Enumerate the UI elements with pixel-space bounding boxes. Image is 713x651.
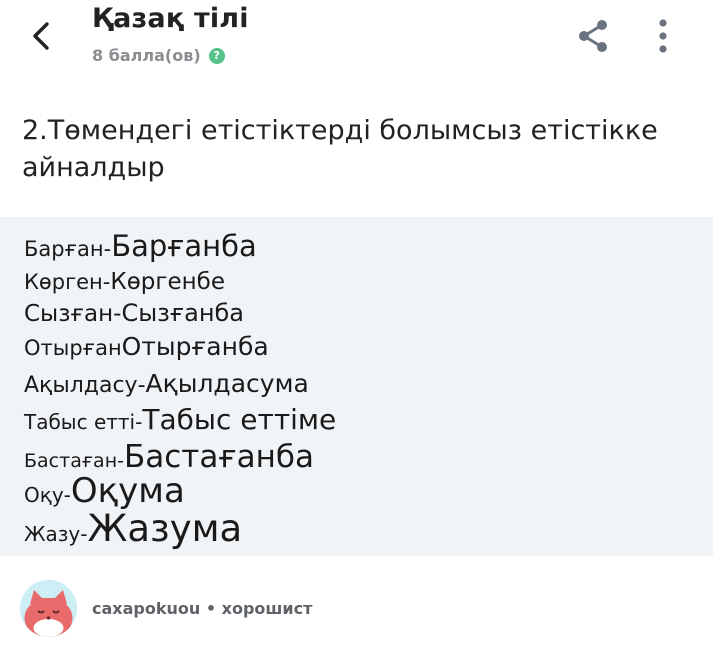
- answer-line: Оқу-Оқума: [24, 471, 185, 511]
- verb-original: Ақылдасу-: [24, 373, 146, 398]
- verb-negative: Жазума: [87, 507, 243, 550]
- author-separator: •: [205, 599, 217, 618]
- verb-negative: Сызғанба: [121, 299, 245, 327]
- back-arrow-icon: [33, 22, 49, 50]
- answer-line: Сызған-Сызғанба: [24, 299, 244, 327]
- top-bar: Қазақ тілі 8 балла(ов) ?: [0, 0, 713, 80]
- share-icon: [579, 20, 607, 52]
- author-name[interactable]: caxapokuou: [92, 599, 200, 618]
- back-button[interactable]: [22, 16, 62, 56]
- verb-original: Сызған-: [24, 301, 122, 327]
- subject-title: Қазақ тілі: [92, 3, 249, 34]
- answer-line: Жазу-Жазума: [24, 507, 242, 550]
- more-options-button[interactable]: [648, 14, 678, 58]
- verb-original: Табыс етті-: [24, 410, 143, 434]
- answer-line: ОтырғанОтырғанба: [24, 332, 269, 361]
- answer-line: Табыс етті-Табыс еттіме: [24, 403, 336, 436]
- author-rank: хорошист: [221, 599, 313, 618]
- answer-line: Ақылдасу-Ақылдасума: [24, 369, 309, 398]
- answer-author: caxapokuou • хорошист: [20, 580, 700, 638]
- verb-original: Барған-: [24, 237, 112, 261]
- question-text: 2.Төмендегі етістіктерді болымсыз етісті…: [22, 115, 658, 183]
- verb-negative: Табыс еттіме: [142, 403, 337, 436]
- more-vertical-icon: [659, 19, 667, 53]
- verb-original: Жазу-: [24, 522, 88, 546]
- avatar-cat-icon: [20, 580, 77, 637]
- points-value: 8 балла(ов): [92, 46, 201, 65]
- verb-negative: Бастағанба: [123, 439, 315, 475]
- verb-negative: Оқума: [70, 471, 185, 511]
- author-info: caxapokuou • хорошист: [92, 599, 312, 618]
- verb-original: Бастаған-: [24, 450, 124, 472]
- answer-image[interactable]: Барған-Барғанба Көрген-Көргенбе Сызған-С…: [0, 217, 713, 556]
- verb-original: Көрген-: [24, 270, 111, 294]
- points-label: 8 балла(ов) ?: [92, 46, 225, 65]
- verb-original: Оқу-: [24, 483, 71, 507]
- answer-line: Көрген-Көргенбе: [24, 269, 225, 295]
- avatar[interactable]: [20, 580, 77, 637]
- verb-original: Отырған: [24, 336, 122, 360]
- answer-line: Барған-Барғанба: [24, 229, 257, 263]
- verb-negative: Ақылдасума: [145, 369, 309, 398]
- help-icon[interactable]: ?: [208, 47, 225, 64]
- verb-negative: Көргенбе: [110, 269, 225, 295]
- answer-line: Бастаған-Бастағанба: [24, 439, 314, 475]
- verb-negative: Барғанба: [111, 229, 257, 263]
- verb-negative: Отырғанба: [121, 332, 269, 361]
- share-button[interactable]: [574, 16, 614, 56]
